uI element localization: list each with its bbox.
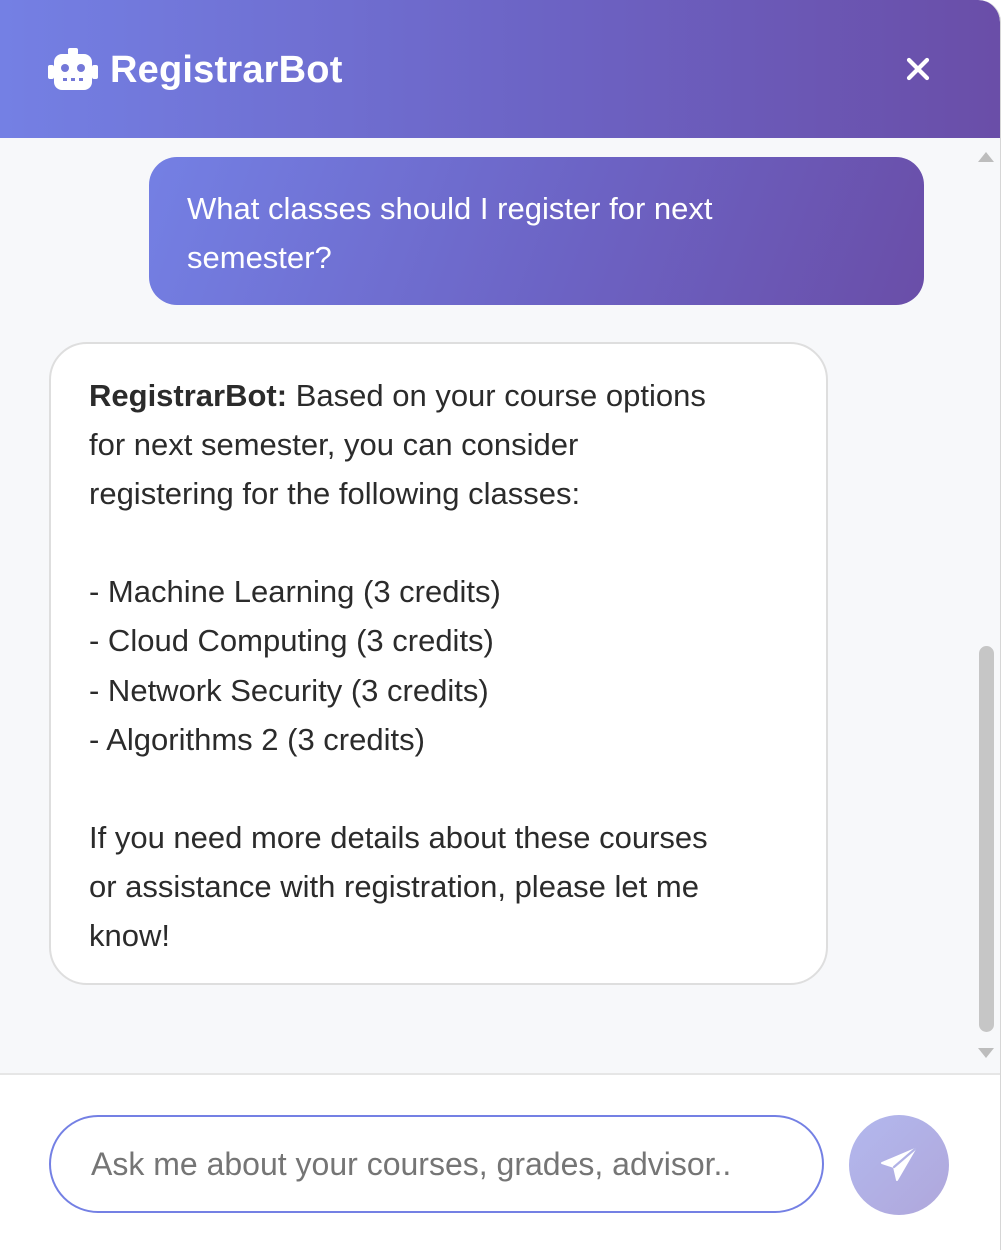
message-list: What classes should I register for next … (0, 138, 1000, 1073)
close-button[interactable] (896, 48, 940, 90)
paper-plane-icon (881, 1147, 917, 1181)
scroll-thumb[interactable] (979, 646, 994, 1032)
bot-message-line: or assistance with registration, please … (89, 868, 699, 904)
composer (0, 1073, 1000, 1250)
bot-message-line: RegistrarBot: Based on your course optio… (89, 371, 788, 420)
close-icon (906, 57, 930, 81)
scroll-up-arrow-icon[interactable] (978, 152, 994, 162)
send-button[interactable] (849, 1115, 949, 1215)
bot-message-line: registering for the following classes: (89, 476, 581, 512)
chat-header: RegistrarBot (0, 0, 1000, 138)
scroll-down-arrow-icon[interactable] (978, 1048, 994, 1058)
chat-title: RegistrarBot (110, 49, 343, 91)
course-item: - Algorithms 2 (3 credits) (89, 721, 425, 757)
bot-message: RegistrarBot: Based on your course optio… (49, 342, 828, 985)
bot-sender-label: RegistrarBot: (89, 378, 288, 413)
bot-message-line (89, 518, 788, 567)
course-item: - Network Security (3 credits) (89, 672, 489, 708)
robot-icon (48, 48, 98, 90)
bot-message-line: know! (89, 918, 170, 954)
bot-message-line (89, 764, 788, 813)
message-input[interactable] (49, 1115, 824, 1213)
bot-message-line: for next semester, you can consider (89, 427, 579, 463)
user-message: What classes should I register for next … (149, 157, 924, 305)
message-scrollbar[interactable] (976, 148, 996, 1060)
user-message-line: What classes should I register for next (187, 191, 713, 226)
course-item: - Cloud Computing (3 credits) (89, 623, 494, 659)
course-item: - Machine Learning (3 credits) (89, 574, 501, 610)
chat-window: RegistrarBot What classes should I regis… (0, 0, 1001, 1250)
bot-message-line: If you need more details about these cou… (89, 819, 708, 855)
user-message-line: semester? (187, 240, 332, 275)
bot-message-text: Based on your course options (287, 378, 706, 413)
